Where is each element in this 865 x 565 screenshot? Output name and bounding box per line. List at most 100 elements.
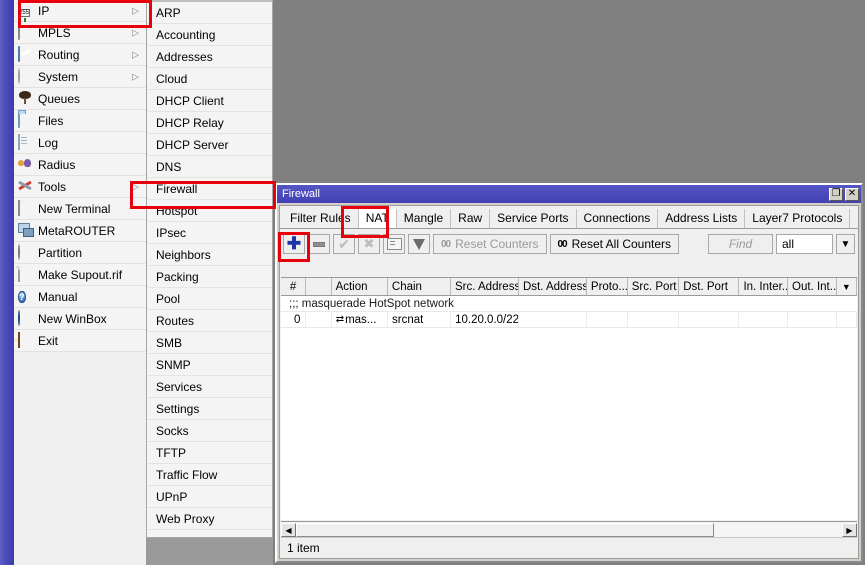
submenu-item-hotspot[interactable]: Hotspot — [147, 200, 272, 222]
column-header-out-interface[interactable]: Out. Int... — [788, 278, 837, 295]
tab-connections[interactable]: Connections — [576, 209, 659, 228]
chevron-right-icon: ▷ — [132, 27, 139, 37]
column-header-src-address[interactable]: Src. Address — [451, 278, 519, 295]
reset-counters-button[interactable]: 00 Reset Counters — [433, 234, 547, 254]
column-header-in-interface[interactable]: In. Inter... — [739, 278, 789, 295]
menu-item-mpls[interactable]: MPLS ▷ — [14, 22, 146, 44]
menu-item-label: Partition — [38, 245, 83, 260]
scrollbar-trough[interactable] — [296, 523, 842, 537]
submenu-item-services[interactable]: Services — [147, 376, 272, 398]
submenu-item-tftp[interactable]: TFTP — [147, 442, 272, 464]
find-input[interactable]: Find — [708, 234, 773, 254]
submenu-item-addresses[interactable]: Addresses — [147, 46, 272, 68]
window-titlebar[interactable]: Firewall ❐ ✕ — [277, 185, 861, 203]
submenu-item-dns[interactable]: DNS — [147, 156, 272, 178]
tab-nat[interactable]: NAT — [358, 209, 397, 228]
disable-rule-button[interactable]: ✖ — [358, 234, 380, 254]
system-gear-icon — [18, 68, 33, 84]
submenu-item-accounting[interactable]: Accounting — [147, 24, 272, 46]
menu-item-tools[interactable]: Tools ▷ — [14, 176, 146, 198]
scroll-left-arrow-icon[interactable]: ◀ — [281, 523, 296, 537]
submenu-item-packing[interactable]: Packing — [147, 266, 272, 288]
column-header-chain[interactable]: Chain — [388, 278, 451, 295]
exit-door-icon — [18, 332, 33, 348]
menu-item-label: Exit — [38, 333, 59, 348]
menu-item-partition[interactable]: Partition — [14, 242, 146, 264]
filter-select-dropdown-icon[interactable]: ▼ — [836, 234, 855, 254]
menu-item-label: Radius — [38, 157, 76, 172]
cross-icon: ✖ — [363, 236, 375, 251]
menu-item-exit[interactable]: Exit — [14, 330, 146, 352]
submenu-item-routes[interactable]: Routes — [147, 310, 272, 332]
submenu-item-neighbors[interactable]: Neighbors — [147, 244, 272, 266]
table-row[interactable]: 0 ⇄ mas... srcnat 10.20.0.0/22 — [281, 312, 857, 328]
chevron-right-icon: ▷ — [132, 181, 139, 191]
scroll-right-arrow-icon[interactable]: ▶ — [842, 523, 857, 537]
column-header-dst-address[interactable]: Dst. Address — [519, 278, 587, 295]
submenu-item-settings[interactable]: Settings — [147, 398, 272, 420]
tab-mangle[interactable]: Mangle — [396, 209, 452, 228]
menu-item-new-terminal[interactable]: New Terminal — [14, 198, 146, 220]
submenu-item-label: Services — [156, 379, 203, 394]
submenu-item-label: Neighbors — [156, 247, 211, 262]
menu-item-manual[interactable]: ? Manual — [14, 286, 146, 308]
column-header-src-port[interactable]: Src. Port — [628, 278, 680, 295]
tab-address-lists[interactable]: Address Lists — [658, 209, 746, 228]
submenu-item-arp[interactable]: ARP — [147, 2, 272, 24]
column-header-num[interactable]: # — [281, 278, 307, 295]
column-header-dst-port[interactable]: Dst. Port — [679, 278, 740, 295]
chevron-right-icon: ▷ — [132, 49, 139, 59]
filter-button[interactable] — [408, 234, 430, 254]
tab-raw[interactable]: Raw — [451, 209, 491, 228]
menu-item-ip[interactable]: 255 IP ▷ — [14, 0, 146, 22]
add-rule-button[interactable]: ✚ — [283, 234, 305, 254]
column-header-action[interactable]: Action — [332, 278, 388, 295]
column-chooser-icon[interactable]: ▼ — [837, 278, 857, 295]
reset-all-counters-button[interactable]: 00 Reset All Counters — [549, 234, 680, 254]
submenu-item-socks[interactable]: Socks — [147, 420, 272, 442]
cell-src-port — [628, 312, 680, 327]
submenu-item-web-proxy[interactable]: Web Proxy — [147, 508, 272, 530]
submenu-item-snmp[interactable]: SNMP — [147, 354, 272, 376]
mpls-icon — [18, 24, 33, 40]
remove-rule-button[interactable] — [308, 234, 330, 254]
submenu-item-ipsec[interactable]: IPsec — [147, 222, 272, 244]
table-comment-row[interactable]: ;;; masquerade HotSpot network — [281, 296, 857, 312]
main-menu: 255 IP ▷ MPLS ▷ Routing ▷ System ▷ Queue… — [14, 0, 147, 565]
submenu-item-upnp[interactable]: UPnP — [147, 486, 272, 508]
column-header-protocol[interactable]: Proto... — [587, 278, 628, 295]
menu-item-queues[interactable]: Queues — [14, 88, 146, 110]
column-header-flags[interactable] — [306, 278, 332, 295]
menu-item-make-supout[interactable]: Make Supout.rif — [14, 264, 146, 286]
tab-filter-rules[interactable]: Filter Rules — [283, 209, 359, 228]
menu-item-routing[interactable]: Routing ▷ — [14, 44, 146, 66]
menu-item-files[interactable]: Files — [14, 110, 146, 132]
menu-item-log[interactable]: Log — [14, 132, 146, 154]
enable-rule-button[interactable]: ✔ — [333, 234, 355, 254]
submenu-item-pool[interactable]: Pool — [147, 288, 272, 310]
menu-item-radius[interactable]: Radius — [14, 154, 146, 176]
scrollbar-thumb[interactable] — [296, 523, 714, 537]
submenu-item-smb[interactable]: SMB — [147, 332, 272, 354]
submenu-item-dhcp-client[interactable]: DHCP Client — [147, 90, 272, 112]
submenu-item-cloud[interactable]: Cloud — [147, 68, 272, 90]
submenu-item-dhcp-relay[interactable]: DHCP Relay — [147, 112, 272, 134]
horizontal-scrollbar[interactable]: ◀ ▶ — [281, 521, 857, 538]
close-icon[interactable]: ✕ — [845, 187, 859, 201]
tab-service-ports[interactable]: Service Ports — [490, 209, 577, 228]
maximize-icon[interactable]: ❐ — [829, 187, 843, 201]
menu-item-label: MetaROUTER — [38, 223, 116, 238]
filter-select[interactable]: all — [776, 234, 833, 254]
submenu-item-traffic-flow[interactable]: Traffic Flow — [147, 464, 272, 486]
firewall-window: Firewall ❐ ✕ Filter Rules NAT Mangle Raw… — [275, 183, 863, 563]
submenu-item-dhcp-server[interactable]: DHCP Server — [147, 134, 272, 156]
menu-item-new-winbox[interactable]: New WinBox — [14, 308, 146, 330]
menu-item-system[interactable]: System ▷ — [14, 66, 146, 88]
menu-item-metarouter[interactable]: MetaROUTER — [14, 220, 146, 242]
winbox-globe-icon — [18, 310, 33, 326]
tab-layer7-protocols[interactable]: Layer7 Protocols — [745, 209, 851, 228]
comment-button[interactable] — [383, 234, 405, 254]
nat-rules-table: # Action Chain Src. Address Dst. Address… — [281, 277, 857, 520]
submenu-item-firewall[interactable]: Firewall — [147, 178, 272, 200]
tab-label: Raw — [458, 211, 483, 225]
